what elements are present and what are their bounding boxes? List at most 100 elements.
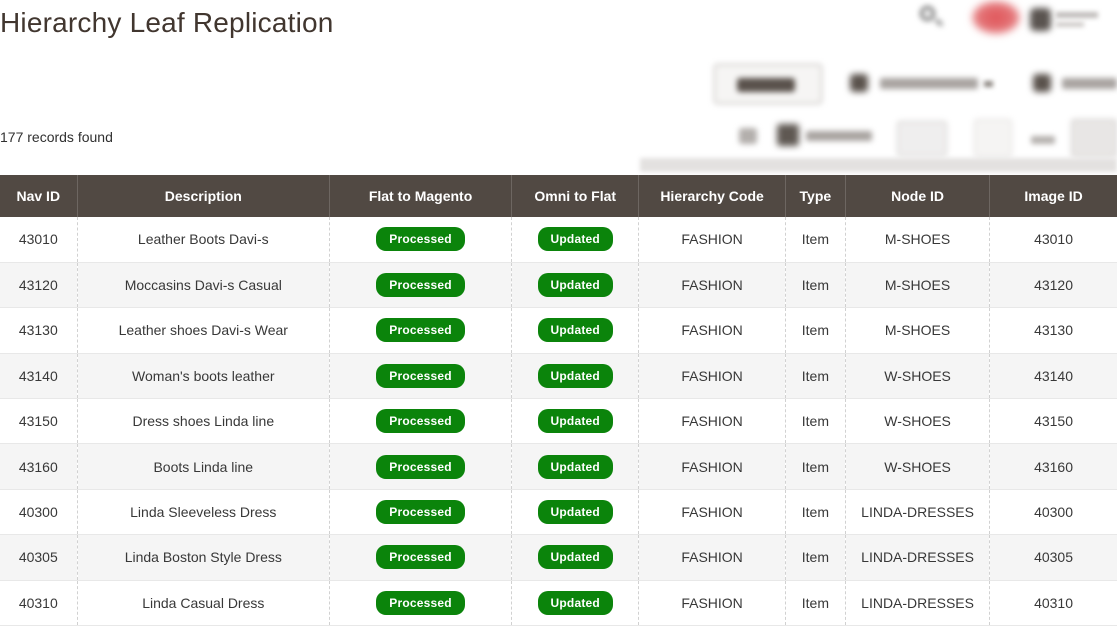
- view-dropdown-label-blurred[interactable]: [880, 78, 978, 89]
- columns-icon-blurred[interactable]: [1033, 74, 1051, 92]
- status-badge: Updated: [537, 500, 613, 525]
- table-row: 43120 Moccasins Davi-s Casual Processed Upd…: [0, 262, 1117, 309]
- flat-status-cell: Processed: [329, 398, 512, 445]
- column-header[interactable]: Omni to Flat: [511, 175, 639, 217]
- hierarchy-code-cell: FASHION: [638, 534, 786, 581]
- per-page-select-blurred[interactable]: [897, 121, 947, 156]
- table-row: 43130 Leather shoes Davi-s Wear Processed U…: [0, 307, 1117, 354]
- next-page-button-blurred[interactable]: [1071, 119, 1117, 157]
- flat-status-cell: Processed: [329, 217, 512, 263]
- image-id-cell: 43120: [989, 262, 1117, 309]
- view-icon-blurred[interactable]: [850, 74, 868, 92]
- type-cell: Item: [784, 489, 846, 536]
- table-row: 40300 Linda Sleeveless Dress Processed Upda…: [0, 489, 1117, 536]
- status-badge: Updated: [537, 363, 613, 388]
- search-icon[interactable]: [920, 6, 950, 34]
- description-cell: Linda Boston Style Dress: [76, 534, 330, 581]
- description-cell: Moccasins Davi-s Casual: [76, 262, 330, 309]
- type-cell: Item: [784, 217, 846, 263]
- nav-id-cell: 40310: [0, 580, 78, 626]
- image-id-cell: 40300: [989, 489, 1117, 536]
- filters-button-label-blurred: [737, 78, 795, 92]
- node-id-cell: LINDA-DRESSES: [845, 534, 990, 581]
- column-header[interactable]: Image ID: [989, 175, 1117, 217]
- table-row: 43160 Boots Linda line Processed Updated FAS…: [0, 443, 1117, 490]
- table-row: 43140 Woman's boots leather Processed Updat…: [0, 353, 1117, 400]
- type-cell: Item: [784, 262, 846, 309]
- hierarchy-code-cell: FASHION: [638, 489, 786, 536]
- type-cell: Item: [784, 398, 846, 445]
- nav-id-cell: 43130: [0, 307, 78, 354]
- status-badge: Updated: [537, 318, 613, 343]
- column-header[interactable]: Node ID: [845, 175, 990, 217]
- status-badge: Processed: [376, 227, 465, 252]
- nav-id-cell: 43160: [0, 443, 78, 490]
- image-id-cell: 43010: [989, 217, 1117, 263]
- image-id-cell: 43130: [989, 307, 1117, 354]
- flat-status-cell: Processed: [329, 534, 512, 581]
- export-icon-blurred[interactable]: [739, 128, 757, 144]
- node-id-cell: LINDA-DRESSES: [845, 489, 990, 536]
- image-id-cell: 43140: [989, 353, 1117, 400]
- image-id-cell: 43150: [989, 398, 1117, 445]
- flat-status-cell: Processed: [329, 443, 512, 490]
- table-row: 43010 Leather Boots Davi-s Processed Update…: [0, 217, 1117, 263]
- omni-status-cell: Updated: [511, 217, 639, 263]
- omni-status-cell: Updated: [511, 489, 639, 536]
- flat-status-cell: Processed: [329, 580, 512, 626]
- nav-id-cell: 43150: [0, 398, 78, 445]
- table-header-row: Nav ID Description Flat to Magento Omni to …: [0, 175, 1117, 217]
- filters-button-blurred[interactable]: [714, 64, 822, 104]
- status-badge: Processed: [376, 500, 465, 525]
- column-header[interactable]: Type: [784, 175, 846, 217]
- status-badge: Updated: [537, 227, 613, 252]
- omni-status-cell: Updated: [511, 353, 639, 400]
- description-cell: Linda Casual Dress: [76, 580, 330, 626]
- type-cell: Item: [784, 534, 846, 581]
- prev-page-button-blurred[interactable]: [974, 119, 1012, 157]
- status-badge: Updated: [537, 273, 613, 298]
- hierarchy-code-cell: FASHION: [638, 443, 786, 490]
- table-row: 40305 Linda Boston Style Dress Processed Up…: [0, 534, 1117, 581]
- status-badge: Processed: [376, 273, 465, 298]
- status-badge: Processed: [376, 363, 465, 388]
- hierarchy-code-cell: FASHION: [638, 580, 786, 626]
- toolbar-bottom-strip-blurred: [640, 158, 1117, 172]
- node-id-cell: W-SHOES: [845, 443, 990, 490]
- search-lens: [920, 6, 935, 21]
- status-badge: Updated: [537, 454, 613, 479]
- image-id-cell: 40305: [989, 534, 1117, 581]
- columns-dropdown-label-blurred[interactable]: [1062, 78, 1117, 89]
- node-id-cell: M-SHOES: [845, 262, 990, 309]
- account-caret-text-blurred: [1056, 22, 1084, 27]
- node-id-cell: W-SHOES: [845, 353, 990, 400]
- status-badge: Processed: [376, 590, 465, 615]
- status-badge: Updated: [537, 409, 613, 434]
- hierarchy-code-cell: FASHION: [638, 217, 786, 263]
- per-page-icon-blurred[interactable]: [777, 124, 799, 146]
- column-header[interactable]: Nav ID: [0, 175, 78, 217]
- account-icon[interactable]: [1030, 8, 1051, 31]
- node-id-cell: M-SHOES: [845, 217, 990, 263]
- hierarchy-code-cell: FASHION: [638, 398, 786, 445]
- nav-id-cell: 43010: [0, 217, 78, 263]
- type-cell: Item: [784, 580, 846, 626]
- column-header[interactable]: Hierarchy Code: [638, 175, 786, 217]
- type-cell: Item: [784, 307, 846, 354]
- status-badge: Processed: [376, 409, 465, 434]
- account-name-text-blurred: [1056, 12, 1098, 18]
- description-cell: Dress shoes Linda line: [76, 398, 330, 445]
- nav-id-cell: 40305: [0, 534, 78, 581]
- flat-status-cell: Processed: [329, 307, 512, 354]
- column-header[interactable]: Description: [76, 175, 330, 217]
- description-cell: Woman's boots leather: [76, 353, 330, 400]
- omni-status-cell: Updated: [511, 262, 639, 309]
- column-header[interactable]: Flat to Magento: [329, 175, 512, 217]
- notifications-badge-icon[interactable]: [972, 1, 1020, 34]
- replication-table: Nav ID Description Flat to Magento Omni to …: [0, 175, 1117, 626]
- omni-status-cell: Updated: [511, 534, 639, 581]
- omni-status-cell: Updated: [511, 580, 639, 626]
- status-badge: Updated: [537, 590, 613, 615]
- omni-status-cell: Updated: [511, 443, 639, 490]
- page-of-label-blurred: [1031, 136, 1055, 144]
